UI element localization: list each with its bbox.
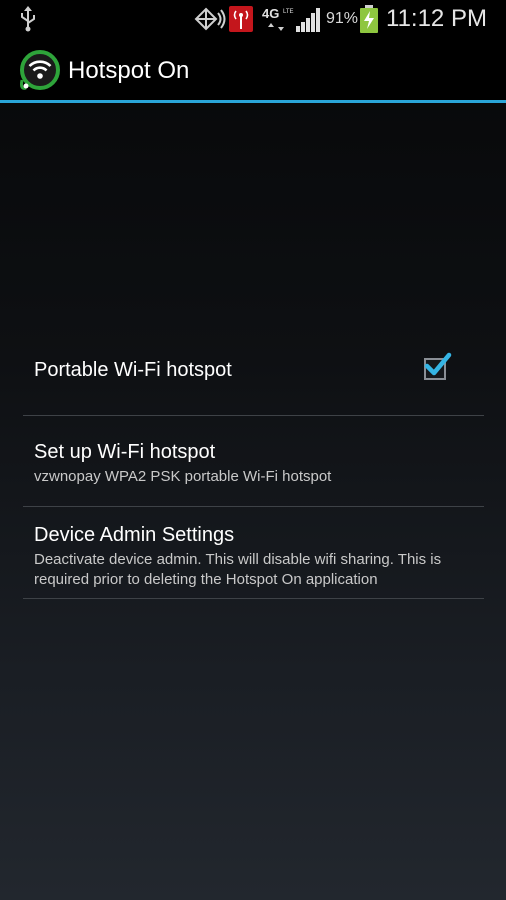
pref-title: Device Admin Settings [34,524,235,546]
checkmark-icon [424,352,452,376]
hotspot-toggle-checkbox[interactable] [424,352,452,380]
network-4g-icon: 4G LTE [262,6,294,31]
pref-summary: vzwnopay WPA2 PSK portable Wi-Fi hotspot [34,468,332,485]
battery-percent: 91% [326,10,359,27]
usb-icon [21,6,35,32]
action-bar-divider [0,100,506,103]
page-title: Hotspot On [68,57,190,84]
status-bar: 4G LTE 91% 11:12 PM [0,0,506,38]
preference-list: Portable Wi-Fi hotspot Set up Wi-Fi hots… [23,326,484,599]
svg-text:4G: 4G [262,6,279,21]
pref-portable-hotspot[interactable]: Portable Wi-Fi hotspot [23,326,484,415]
pref-title: Portable Wi-Fi hotspot [34,359,232,381]
signal-icon [296,8,320,32]
hotspot-icon [229,6,253,32]
svg-text:LTE: LTE [283,9,294,15]
pref-setup-hotspot[interactable]: Set up Wi-Fi hotspot vzwnopay WPA2 PSK p… [23,416,484,506]
clock: 11:12 PM [386,5,487,32]
pref-title: Set up Wi-Fi hotspot [34,441,216,463]
sync-icon [194,7,226,31]
pref-summary: Deactivate device admin. This will disab… [34,551,442,588]
hotspot-on-logo-icon[interactable] [18,50,60,92]
pref-device-admin[interactable]: Device Admin Settings Deactivate device … [23,507,484,598]
battery-charging-icon [360,5,378,33]
divider [23,598,484,599]
